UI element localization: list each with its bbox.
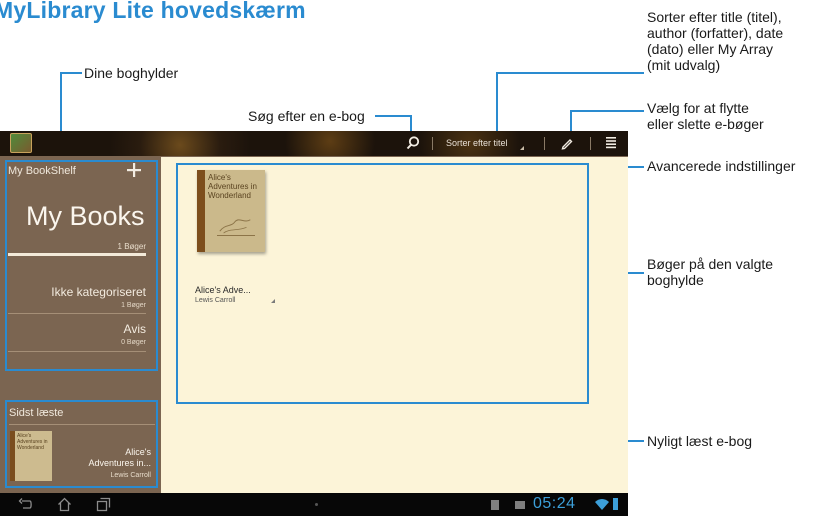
action-bar: Sorter efter titel [0, 131, 628, 156]
back-icon[interactable] [18, 497, 33, 512]
callout-sort-line: author (forfatter), date [647, 25, 784, 41]
callout-edit-line: Vælg for at flytte [647, 100, 749, 116]
toolbar-divider [432, 137, 433, 150]
callout-edit-line: eller slette e-bøger [647, 116, 764, 132]
dropdown-corner-icon [520, 146, 524, 150]
callout-sort-line: (dato) eller My Array [647, 41, 774, 57]
image-icon[interactable] [515, 501, 525, 509]
highlight-books [176, 163, 589, 404]
connector-line [375, 115, 411, 117]
wifi-icon [595, 499, 609, 510]
clock: 05:24 [533, 495, 576, 512]
battery-icon [613, 498, 618, 510]
connector-line [60, 72, 82, 74]
system-navbar: 05:24 [0, 493, 628, 516]
callout-books-on-shelf: Bøger på den valgte boghylde [647, 256, 773, 288]
app-icon[interactable] [10, 133, 32, 153]
home-icon[interactable] [57, 497, 72, 512]
callout-sort-line: (mit udvalg) [647, 57, 721, 73]
sort-dropdown[interactable]: Sorter efter titel [446, 138, 508, 148]
nav-dot [315, 503, 318, 506]
callout-sort: Sorter efter title (titel), author (forf… [647, 9, 783, 73]
callout-advanced: Avancerede indstillinger [647, 158, 796, 174]
callout-sort-line: Sorter efter title (titel), [647, 9, 782, 25]
callout-books-line: Bøger på den valgte [647, 256, 774, 272]
connector-line [496, 72, 498, 136]
toolbar-divider [590, 137, 591, 150]
callout-recent-book: Nyligt læst e-bog [647, 433, 753, 449]
menu-icon[interactable] [604, 136, 618, 150]
highlight-bookshelves [5, 160, 158, 371]
highlight-recent [5, 400, 158, 488]
device-screen: Sorter efter titel My BookShelf My Books… [0, 131, 628, 516]
edit-icon[interactable] [560, 136, 574, 150]
notification-icon[interactable] [491, 500, 499, 510]
callout-books-line: boghylde [647, 272, 704, 288]
callout-search: Søg efter en e-bog [248, 108, 365, 124]
connector-line [570, 110, 644, 112]
search-icon[interactable] [405, 135, 421, 151]
recent-apps-icon[interactable] [96, 497, 111, 512]
callout-bookshelves: Dine boghylder [84, 65, 179, 81]
page-title: MyLibrary Lite hovedskærm [0, 0, 306, 23]
callout-edit: Vælg for at flytte eller slette e-bøger [647, 100, 764, 132]
connector-line [496, 72, 644, 74]
toolbar-divider [544, 137, 545, 150]
